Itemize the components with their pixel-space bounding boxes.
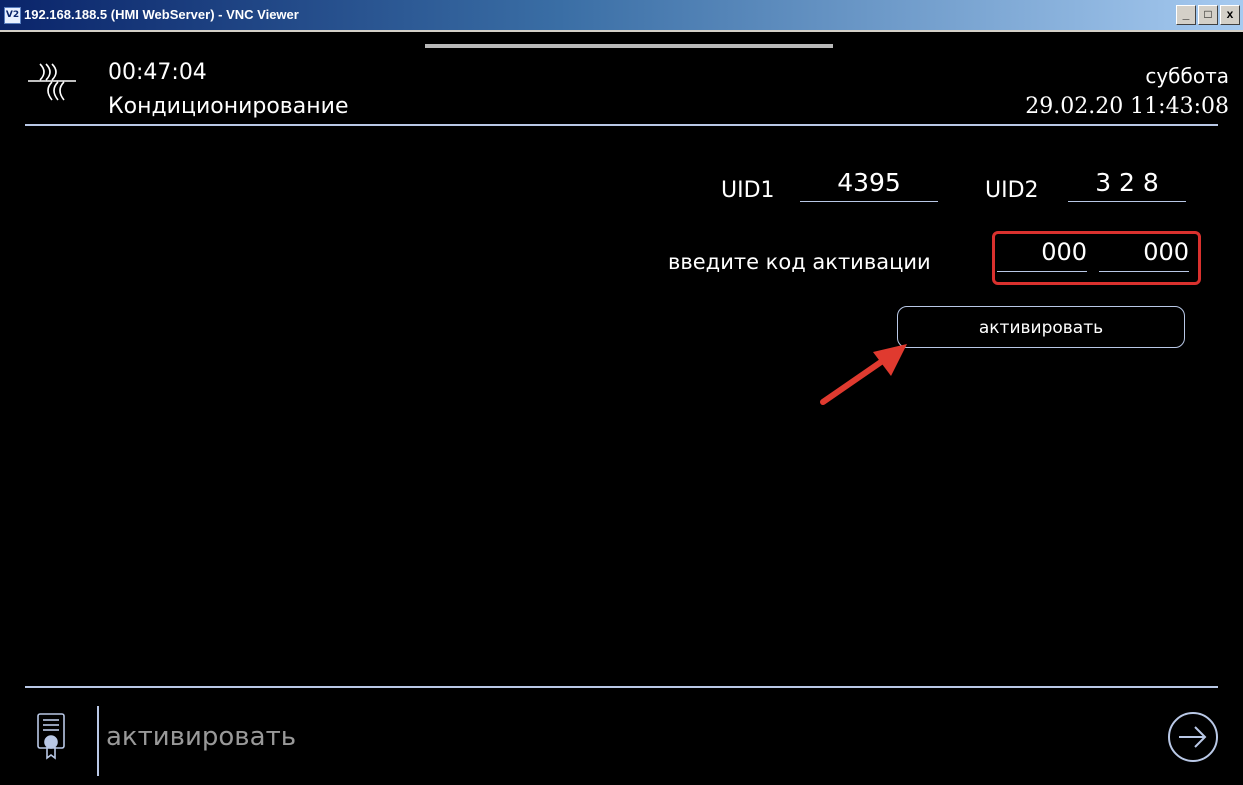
- uid1-value: 4395: [800, 168, 938, 202]
- window-controls: _ □ x: [1176, 5, 1240, 25]
- footer-divider: [25, 686, 1218, 688]
- activation-code-prompt: введите код активации: [668, 250, 931, 274]
- window-title: 192.168.188.5 (HMI WebServer) - VNC View…: [24, 7, 299, 22]
- window-titlebar: V2 192.168.188.5 (HMI WebServer) - VNC V…: [0, 0, 1243, 32]
- elapsed-time: 00:47:04: [108, 60, 207, 85]
- header-divider: [25, 124, 1218, 126]
- uid2-label: UID2: [985, 178, 1039, 203]
- vnc-app-icon: V2: [4, 7, 21, 24]
- heating-coil-icon: [28, 63, 76, 101]
- uid2-value: 3 2 8: [1068, 168, 1186, 202]
- close-button[interactable]: x: [1220, 5, 1240, 25]
- weekday: суббота: [1145, 64, 1229, 88]
- page-title: Кондиционирование: [108, 94, 349, 119]
- activate-button[interactable]: активировать: [897, 306, 1185, 348]
- activation-code-part2-input[interactable]: 000: [1099, 238, 1189, 272]
- maximize-button[interactable]: □: [1198, 5, 1218, 25]
- annotation-arrow: [820, 344, 907, 405]
- certificate-icon[interactable]: [36, 712, 66, 766]
- loading-bar: [425, 44, 833, 48]
- minimize-button[interactable]: _: [1176, 5, 1196, 25]
- activation-code-part1-input[interactable]: 000: [997, 238, 1087, 272]
- footer-action-label: активировать: [106, 722, 297, 752]
- uid1-label: UID1: [721, 178, 775, 203]
- arrow-right-circle-icon[interactable]: [1167, 711, 1219, 763]
- current-datetime: 29.02.20 11:43:08: [1025, 94, 1229, 119]
- footer-separator: [97, 706, 99, 776]
